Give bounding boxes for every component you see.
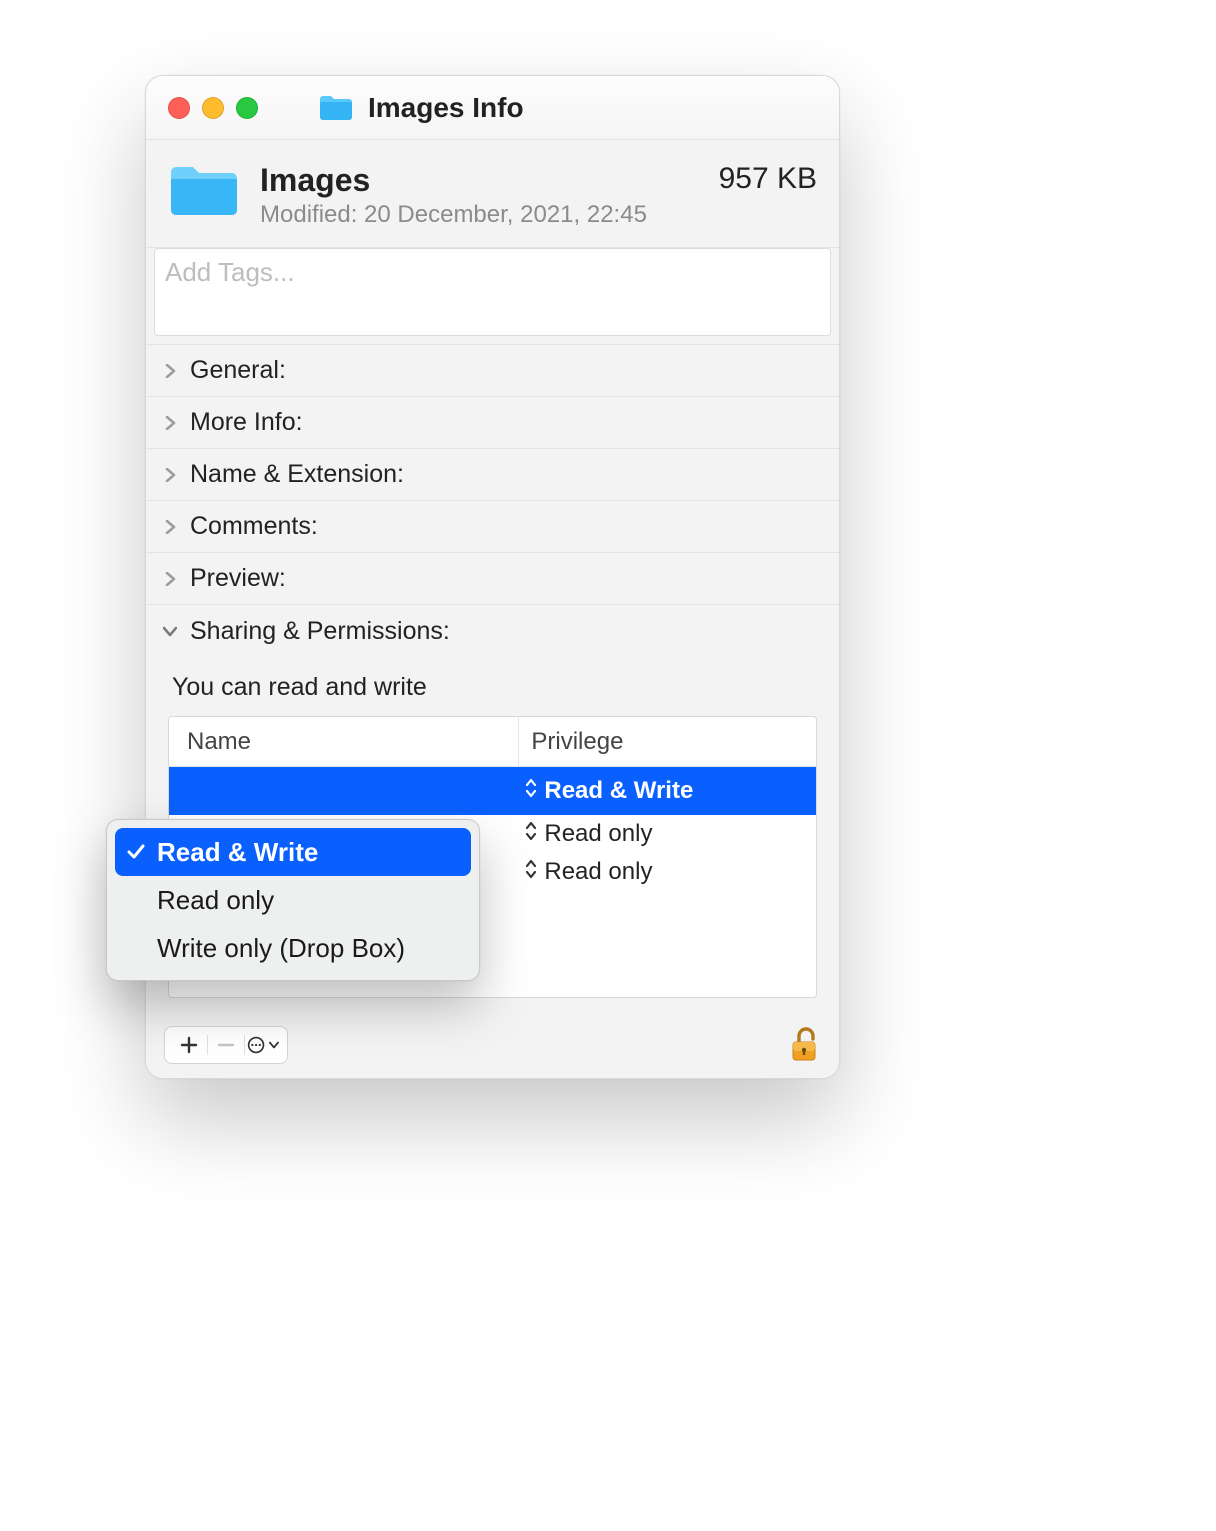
section-label: More Info: — [190, 408, 303, 437]
chevron-down-icon — [269, 1040, 279, 1050]
footer — [146, 1018, 839, 1078]
folder-icon — [168, 162, 242, 225]
get-info-window: Images Info Images Modified: 20 December… — [145, 75, 840, 1079]
chevron-right-icon — [160, 364, 180, 378]
stepper-icon — [524, 820, 538, 848]
footer-actions — [164, 1026, 288, 1064]
tags-section: Add Tags... — [146, 248, 839, 345]
separator — [207, 1035, 208, 1055]
add-user-button[interactable] — [173, 1027, 205, 1063]
remove-user-button[interactable] — [210, 1027, 242, 1063]
info-header: Images Modified: 20 December, 2021, 22:4… — [146, 140, 839, 248]
chevron-right-icon — [160, 572, 180, 586]
section-general[interactable]: General: — [146, 345, 839, 397]
privilege-menu-item-write-only[interactable]: Write only (Drop Box) — [115, 924, 471, 972]
privilege-select[interactable]: Read only — [518, 820, 816, 848]
chevron-right-icon — [160, 468, 180, 482]
privilege-select[interactable]: Read only — [518, 858, 816, 886]
titlebar: Images Info — [146, 76, 839, 140]
stepper-icon — [524, 858, 538, 886]
section-more-info[interactable]: More Info: — [146, 397, 839, 449]
item-name: Images — [260, 162, 719, 199]
privilege-menu-item-read-only[interactable]: Read only — [115, 876, 471, 924]
permissions-table-header: Name Privilege — [169, 717, 816, 767]
window-controls — [168, 97, 258, 119]
privilege-value: Read only — [544, 858, 652, 886]
section-label: Sharing & Permissions: — [190, 617, 450, 646]
menu-item-label: Read & Write — [157, 837, 318, 868]
lock-button[interactable] — [789, 1026, 821, 1064]
item-modified: Modified: 20 December, 2021, 22:45 — [260, 201, 719, 229]
permissions-summary: You can read and write — [172, 673, 817, 702]
zoom-window-button[interactable] — [236, 97, 258, 119]
menu-item-label: Read only — [157, 885, 274, 916]
section-label: Preview: — [190, 564, 286, 593]
privilege-menu: Read & Write Read only Write only (Drop … — [106, 819, 480, 981]
section-preview[interactable]: Preview: — [146, 553, 839, 605]
checkmark-icon — [125, 843, 147, 861]
chevron-down-icon — [160, 625, 180, 637]
privilege-value: Read only — [544, 820, 652, 848]
menu-item-label: Write only (Drop Box) — [157, 933, 405, 964]
section-name-extension[interactable]: Name & Extension: — [146, 449, 839, 501]
chevron-right-icon — [160, 520, 180, 534]
privilege-value: Read & Write — [544, 777, 693, 805]
section-label: Comments: — [190, 512, 318, 541]
window-title: Images Info — [368, 92, 524, 124]
folder-icon — [318, 94, 354, 122]
tags-input[interactable]: Add Tags... — [154, 248, 831, 336]
section-sharing-permissions[interactable]: Sharing & Permissions: — [146, 605, 839, 657]
section-label: Name & Extension: — [190, 460, 404, 489]
minimize-window-button[interactable] — [202, 97, 224, 119]
action-menu-button[interactable] — [247, 1027, 279, 1063]
privilege-select[interactable]: Read & Write — [518, 777, 816, 805]
privilege-menu-item-read-write[interactable]: Read & Write — [115, 828, 471, 876]
column-header-privilege[interactable]: Privilege — [518, 717, 816, 766]
separator — [244, 1035, 245, 1055]
section-label: General: — [190, 356, 286, 385]
tags-placeholder: Add Tags... — [165, 257, 295, 287]
item-size: 957 KB — [719, 162, 817, 196]
chevron-right-icon — [160, 416, 180, 430]
column-header-name[interactable]: Name — [169, 728, 518, 756]
close-window-button[interactable] — [168, 97, 190, 119]
permissions-row[interactable]: Read & Write — [169, 767, 816, 815]
stepper-icon — [524, 777, 538, 805]
section-comments[interactable]: Comments: — [146, 501, 839, 553]
